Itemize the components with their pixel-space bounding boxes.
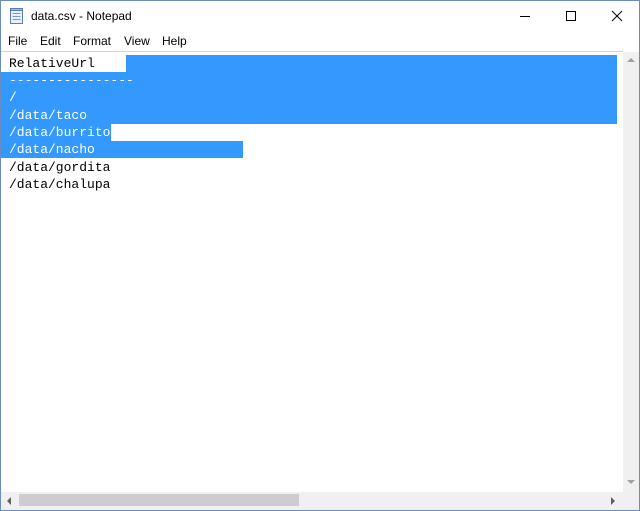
text-editor[interactable]: RelativeUrl ---------------- / /data/tac…: [1, 51, 623, 493]
text-line: /data/nacho: [9, 142, 95, 157]
maximize-button[interactable]: [548, 1, 594, 31]
text-line: /data/burrito: [9, 125, 111, 140]
text-line: RelativeUrl: [9, 56, 95, 71]
menu-format[interactable]: Format: [73, 33, 111, 49]
horizontal-scroll-thumb[interactable]: [19, 494, 299, 506]
text-line: /data/taco: [9, 108, 88, 123]
scrollbar-corner: [623, 492, 639, 510]
notepad-icon: [10, 8, 23, 24]
close-button[interactable]: [594, 1, 639, 31]
minimize-button[interactable]: [502, 1, 548, 31]
selection-highlight: [126, 55, 617, 72]
menu-edit[interactable]: Edit: [40, 33, 61, 49]
horizontal-scrollbar[interactable]: [1, 492, 623, 510]
text-line: /data/gordita: [9, 160, 111, 175]
scroll-right-icon[interactable]: [611, 497, 615, 505]
maximize-icon: [566, 11, 576, 21]
close-icon: [611, 10, 623, 22]
scroll-left-icon[interactable]: [7, 497, 11, 505]
text-line: /: [9, 90, 17, 105]
menu-file[interactable]: File: [8, 33, 27, 49]
vertical-scrollbar[interactable]: [623, 52, 639, 492]
menu-view[interactable]: View: [124, 33, 150, 49]
menu-bar: File Edit Format View Help: [1, 31, 639, 51]
notepad-window: data.csv - Notepad File Edit Format View…: [0, 0, 640, 511]
minimize-icon: [520, 16, 530, 17]
scroll-up-icon[interactable]: [627, 58, 635, 62]
scroll-down-icon[interactable]: [627, 480, 635, 484]
text-line: ----------------: [9, 73, 134, 88]
text-line: /data/chalupa: [9, 177, 111, 192]
title-bar[interactable]: data.csv - Notepad: [1, 1, 639, 31]
menu-help[interactable]: Help: [162, 33, 187, 49]
window-title: data.csv - Notepad: [31, 9, 132, 23]
